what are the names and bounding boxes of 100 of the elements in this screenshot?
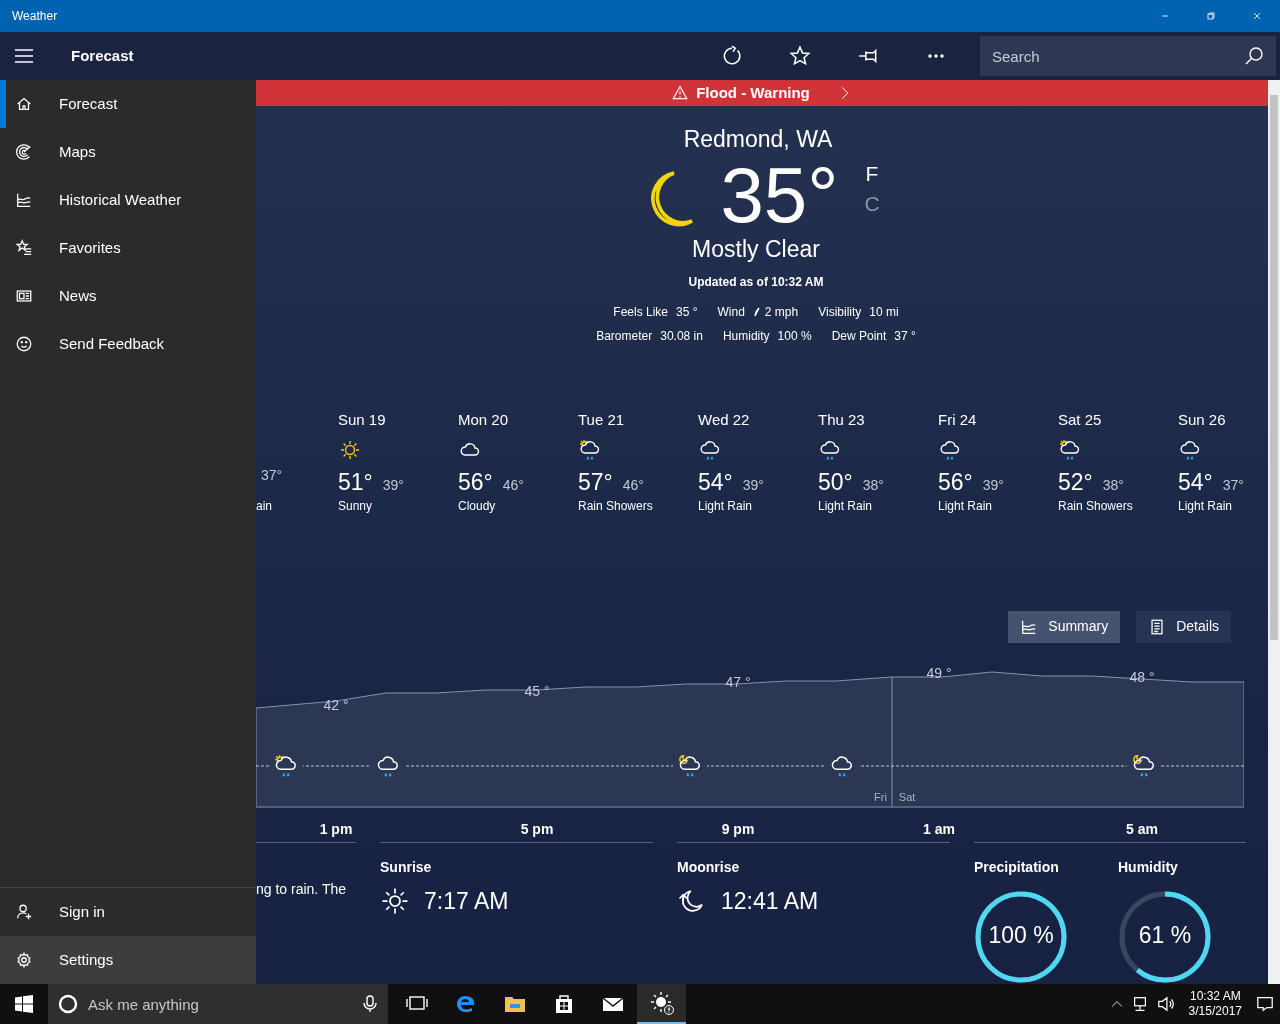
time-label: 5 pm xyxy=(520,819,554,839)
unit-toggle[interactable]: F xyxy=(864,158,880,189)
low-temperature: 38° xyxy=(862,475,884,495)
gauge-value: 61 % xyxy=(1137,921,1193,950)
alert-banner[interactable]: Flood - Warning xyxy=(256,80,1268,106)
wind-direction-icon xyxy=(752,306,761,317)
sun-rain-cloud-icon xyxy=(1058,437,1082,462)
day-condition: ain xyxy=(256,497,273,515)
temperature-label: 48 ° xyxy=(1129,667,1155,687)
day-condition: Light Rain xyxy=(938,497,994,515)
scrollbar-thumb[interactable] xyxy=(1270,95,1278,640)
low-temperature: 39° xyxy=(742,475,764,495)
high-temperature: 50° xyxy=(818,467,853,497)
temperature-label: 42 ° xyxy=(323,695,349,715)
home-icon xyxy=(15,95,33,113)
chevron-up-icon[interactable] xyxy=(1110,998,1123,1010)
view-toggle-button[interactable]: Details xyxy=(1136,610,1231,643)
sun-icon xyxy=(380,886,410,917)
gauge-label: Precipitation xyxy=(974,858,1060,877)
detail-value: 35 ° xyxy=(676,303,698,321)
day-name: Fri 24 xyxy=(938,409,978,429)
day-name: Thu 23 xyxy=(818,409,866,429)
window-title: Weather xyxy=(11,8,58,25)
time-label: 5 am xyxy=(1126,819,1158,839)
time-label: 9 pm xyxy=(721,819,755,839)
more-icon xyxy=(927,54,945,58)
nav-item[interactable]: Historical Weather xyxy=(0,176,256,224)
nav-item[interactable]: Send Feedback xyxy=(0,320,256,368)
time-label: 1 am xyxy=(923,819,955,839)
day-name: Tue 21 xyxy=(578,409,626,429)
nav-item[interactable]: Settings xyxy=(0,936,256,984)
speaker-icon[interactable] xyxy=(1156,995,1175,1013)
settings-icon xyxy=(15,951,33,969)
search-icon[interactable] xyxy=(1244,46,1264,66)
low-temperature: 46° xyxy=(622,475,644,495)
clock-button[interactable]: 10:32 AM 3/15/2017 xyxy=(1182,989,1248,1019)
low-temperature: 39° xyxy=(982,475,1004,495)
radar-icon xyxy=(15,143,33,161)
detail-label: Barometer xyxy=(596,327,653,345)
detail-label: Humidity xyxy=(722,327,770,345)
temperature-label: 45 ° xyxy=(524,681,550,701)
view-toggle-button[interactable]: Summary xyxy=(1008,610,1121,643)
day-name: Mon 20 xyxy=(458,409,510,429)
clock-date: 3/15/2017 xyxy=(1188,1004,1242,1019)
low-temperature: 39° xyxy=(382,475,404,495)
notification-icon[interactable] xyxy=(1256,995,1274,1013)
day-condition: Light Rain xyxy=(698,497,754,515)
day-name: Sat 25 xyxy=(1058,409,1103,429)
location-name: Redmond, WA xyxy=(683,124,833,153)
day-condition: Light Rain xyxy=(1178,497,1234,515)
newspaper-icon xyxy=(15,287,33,305)
astronomy-label: Sunrise xyxy=(380,858,433,877)
astronomy-time: 7:17 AM xyxy=(424,887,509,916)
high-temperature: 57° xyxy=(578,467,613,497)
scrollbar[interactable] xyxy=(1268,80,1280,984)
low-temperature: 37° xyxy=(1222,475,1244,495)
nav-item[interactable]: Sign in xyxy=(0,888,256,936)
star-icon xyxy=(789,45,811,67)
detail-label: Dew Point xyxy=(831,327,887,345)
temperature-label: 49 ° xyxy=(926,663,952,683)
high-temperature: 52° xyxy=(1058,467,1093,497)
day-name: Sun 19 xyxy=(338,409,387,429)
condition-text: Mostly Clear xyxy=(692,234,820,263)
detail-value: 100 % xyxy=(777,327,812,345)
microphone-icon[interactable] xyxy=(362,995,378,1013)
detail-label: Visibility xyxy=(818,303,862,321)
low-temperature: 37° xyxy=(261,465,283,485)
day-condition: Sunny xyxy=(338,497,374,515)
circle-icon[interactable] xyxy=(58,994,78,1014)
gauge-value: 100 % xyxy=(987,921,1055,950)
high-temperature: 51° xyxy=(338,467,373,497)
low-temperature: 38° xyxy=(1102,475,1124,495)
nav-item[interactable]: Favorites xyxy=(0,224,256,272)
restore-icon xyxy=(1205,10,1217,22)
refresh-icon xyxy=(721,45,743,67)
search-field[interactable]: Search xyxy=(980,36,1276,76)
time-label: 1 pm xyxy=(319,819,353,839)
taskbar-app-button[interactable] xyxy=(637,984,686,1024)
detail-label: Feels Like xyxy=(613,303,668,321)
astronomy-time: 12:41 AM xyxy=(721,887,819,916)
gauge-label: Humidity xyxy=(1118,858,1179,877)
unit-toggle[interactable]: C xyxy=(864,188,880,219)
menu-icon xyxy=(14,46,34,66)
high-temperature: 54° xyxy=(1178,467,1213,497)
nav-item[interactable]: News xyxy=(0,272,256,320)
day-condition: Rain Showers xyxy=(1058,497,1134,515)
windows-logo-icon xyxy=(15,995,33,1013)
selection-indicator xyxy=(0,80,6,128)
detail-value: 10 mi xyxy=(869,303,899,321)
nav-item[interactable]: Maps xyxy=(0,128,256,176)
summary-text: ng to rain. The xyxy=(256,880,348,899)
sun-rain-cloud-icon xyxy=(273,752,299,779)
low-temperature: 46° xyxy=(502,475,524,495)
detail-label: Wind xyxy=(717,303,745,321)
sun-rain-cloud-icon xyxy=(578,437,602,462)
sun-alert-icon xyxy=(649,991,674,1015)
detail-value: 30.08 in xyxy=(660,327,703,345)
close-icon xyxy=(1251,10,1263,22)
taskbar-search-field[interactable]: Ask me anything xyxy=(48,984,388,1024)
detail-value: 37 ° xyxy=(894,327,916,345)
